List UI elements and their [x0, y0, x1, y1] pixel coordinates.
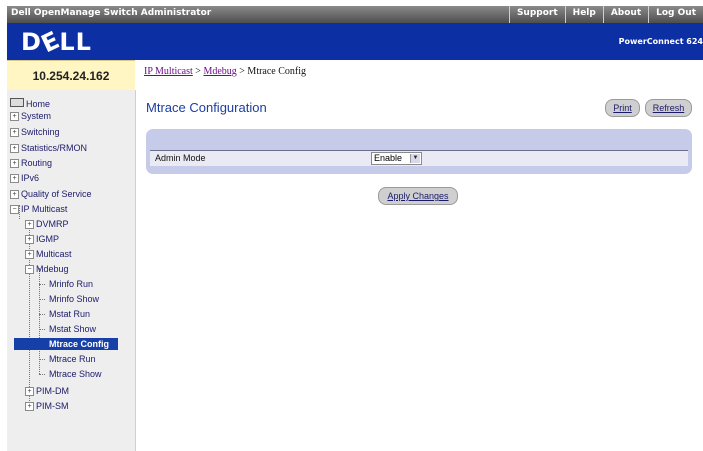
sidebar-item-switching[interactable]: + Switching [10, 126, 60, 138]
dell-logo: DELL [21, 25, 92, 59]
support-link[interactable]: Support [508, 6, 565, 23]
breadcrumb: IP Multicast > Mdebug > Mtrace Config [144, 66, 306, 77]
sidebar-item-statistics-rmon[interactable]: + Statistics/RMON [10, 142, 87, 154]
sidebar-item-igmp[interactable]: + IGMP [25, 233, 59, 245]
admin-mode-label: Admin Mode [155, 153, 206, 163]
sidebar-item-mdebug[interactable]: − Mdebug [25, 263, 69, 275]
sidebar-item-home[interactable]: Home [10, 98, 50, 110]
collapse-icon: − [25, 265, 34, 274]
admin-mode-value: Enable [374, 153, 403, 163]
expand-icon: + [25, 402, 34, 411]
breadcrumb-mdebug[interactable]: Mdebug [203, 66, 236, 77]
sidebar-item-mtrace-run[interactable]: Mtrace Run [49, 353, 96, 365]
sidebar-item-multicast[interactable]: + Multicast [25, 248, 72, 260]
expand-icon: + [25, 387, 34, 396]
brand-banner: DELL PowerConnect 624 [7, 23, 703, 60]
switch-ip: 10.254.24.162 [32, 69, 110, 83]
sidebar-item-quality-of-service[interactable]: + Quality of Service [10, 188, 92, 200]
top-bar: Dell OpenManage Switch Administrator Sup… [7, 6, 703, 23]
refresh-button[interactable]: Refresh [645, 99, 692, 117]
tree-connector [39, 374, 45, 375]
sidebar-item-ip-multicast[interactable]: − IP Multicast [10, 203, 67, 215]
collapse-icon: − [10, 205, 19, 214]
page-title: Mtrace Configuration [146, 100, 267, 115]
sidebar-item-mrinfo-show[interactable]: Mrinfo Show [49, 293, 99, 305]
app-title: Dell OpenManage Switch Administrator [11, 8, 212, 18]
chevron-down-icon: ▼ [410, 154, 420, 163]
tree-connector [39, 314, 45, 315]
breadcrumb-separator: > [236, 66, 248, 77]
about-link[interactable]: About [602, 6, 648, 23]
breadcrumb-separator: > [192, 66, 204, 77]
expand-icon: + [25, 220, 34, 229]
sidebar-item-mstat-run[interactable]: Mstat Run [49, 308, 90, 320]
apply-changes-button[interactable]: Apply Changes [378, 187, 458, 205]
breadcrumb-ip-multicast[interactable]: IP Multicast [144, 66, 193, 77]
expand-icon: + [10, 128, 19, 137]
print-button[interactable]: Print [605, 99, 640, 117]
expand-icon: + [10, 174, 19, 183]
tree-connector [39, 359, 45, 360]
tree-connector [39, 284, 45, 285]
expand-icon: + [10, 144, 19, 153]
sidebar-item-mtrace-config[interactable]: Mtrace Config [14, 338, 119, 350]
sidebar-item-ipv6[interactable]: + IPv6 [10, 172, 39, 184]
sidebar-tree: Home + System + Switching + Statistics/RMON… [7, 90, 136, 451]
sidebar-item-pim-sm[interactable]: + PIM-SM [25, 400, 69, 412]
switch-ip-box: 10.254.24.162 [7, 60, 135, 91]
sidebar-item-system[interactable]: + System [10, 110, 51, 122]
home-icon [10, 98, 24, 107]
help-link[interactable]: Help [564, 6, 603, 23]
sidebar-item-mrinfo-run[interactable]: Mrinfo Run [49, 278, 93, 290]
sidebar-item-dvmrp[interactable]: + DVMRP [25, 218, 69, 230]
expand-icon: + [25, 250, 34, 259]
expand-icon: + [10, 112, 19, 121]
product-name: PowerConnect 624 [618, 37, 703, 46]
sidebar-item-mtrace-show[interactable]: Mtrace Show [49, 368, 102, 380]
admin-mode-row: Admin Mode Enable ▼ [150, 150, 688, 166]
expand-icon: + [10, 190, 19, 199]
expand-icon: + [25, 235, 34, 244]
tree-connector [39, 299, 45, 300]
tree-connector [39, 329, 45, 330]
expand-icon: + [10, 159, 19, 168]
sidebar-item-routing[interactable]: + Routing [10, 157, 52, 169]
sidebar-item-mstat-show[interactable]: Mstat Show [49, 323, 96, 335]
logout-link[interactable]: Log Out [648, 6, 703, 23]
breadcrumb-current: Mtrace Config [247, 66, 307, 77]
admin-mode-select[interactable]: Enable ▼ [371, 152, 422, 165]
config-panel: Admin Mode Enable ▼ [146, 129, 692, 174]
sidebar-item-pim-dm[interactable]: + PIM-DM [25, 385, 69, 397]
top-nav: Support Help About Log Out [508, 6, 703, 23]
